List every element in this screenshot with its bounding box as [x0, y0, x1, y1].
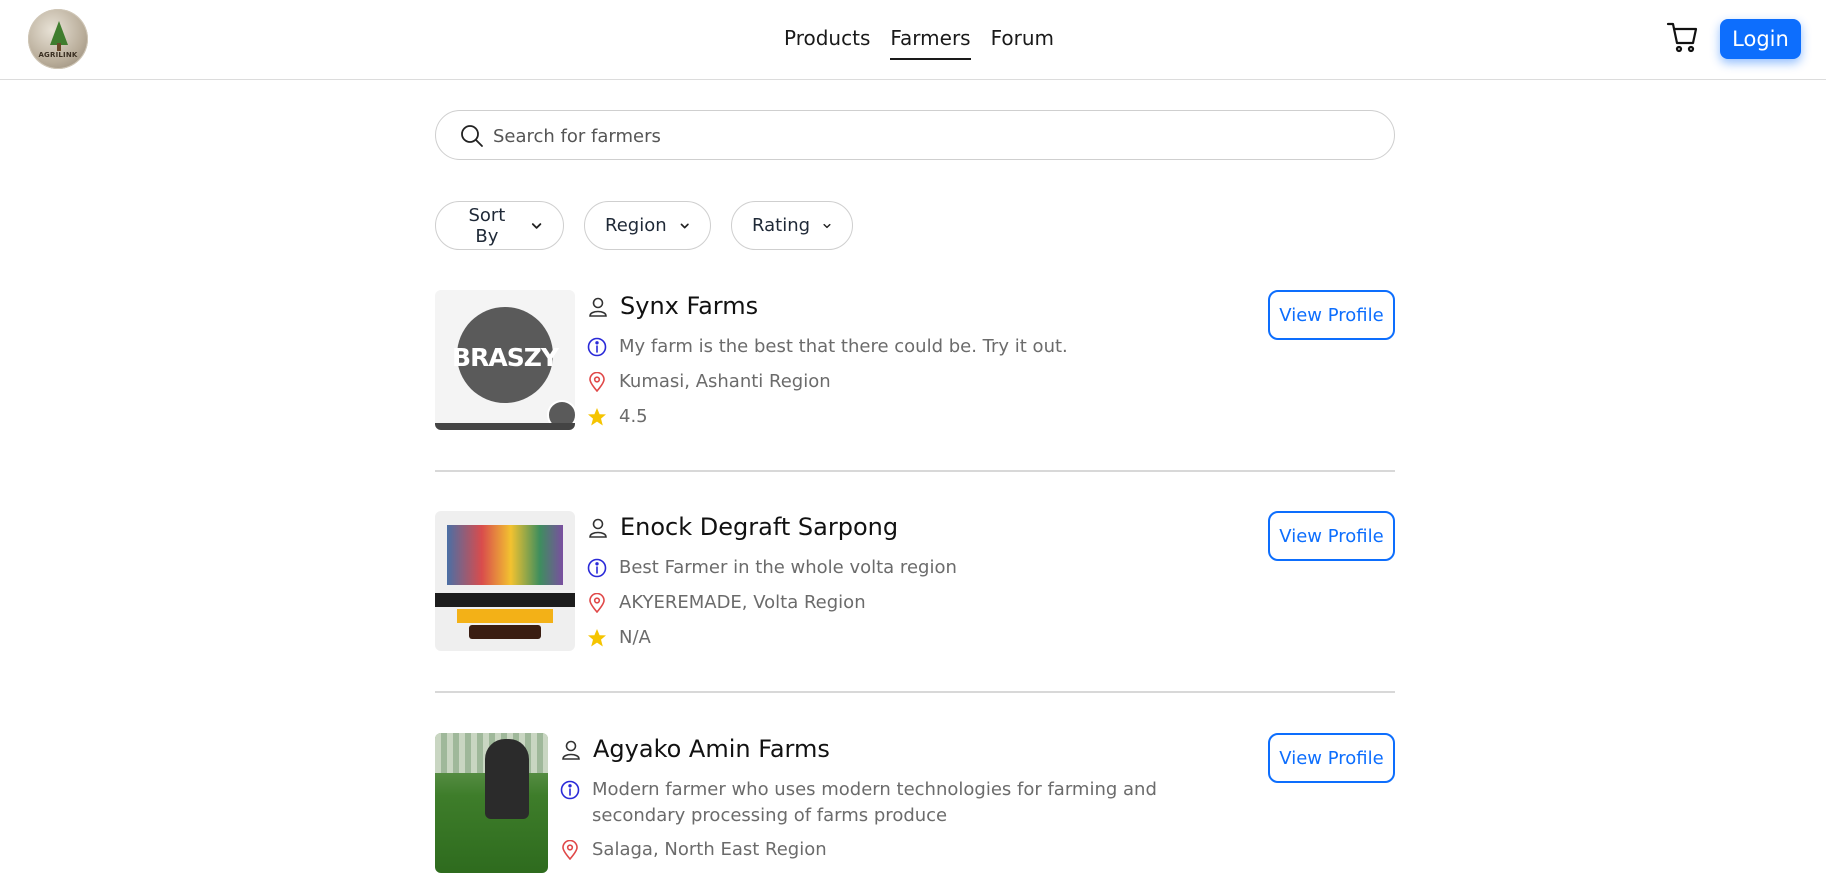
farmer-description: Modern farmer who uses modern technologi… [592, 779, 1157, 826]
star-icon [588, 629, 606, 647]
farmer-location: AKYEREMADE, Volta Region [619, 592, 866, 613]
farmer-image-text: BRASZY [452, 343, 559, 372]
farmer-card: Enock Degraft Sarpong Best Farmer in the… [435, 511, 1395, 651]
farmer-card: BRASZY Synx Farms My farm is the best th… [435, 290, 1395, 430]
main-nav: Products Farmers Forum [784, 24, 1054, 60]
sort-by-label: Sort By [468, 204, 506, 247]
farmer-image[interactable] [435, 733, 548, 873]
logo-tree-icon [50, 21, 68, 45]
star-icon [588, 408, 606, 426]
sort-by-dropdown[interactable]: Sort By [435, 201, 564, 250]
info-icon [587, 558, 607, 578]
location-pin-icon [589, 593, 605, 613]
search-icon [461, 125, 483, 147]
divider [435, 470, 1395, 472]
view-profile-button[interactable]: View Profile [1268, 511, 1395, 561]
view-profile-button[interactable]: View Profile [1268, 290, 1395, 340]
location-pin-icon [562, 840, 578, 860]
top-navbar: AGRILINK Products Farmers Forum Login [0, 0, 1826, 80]
farmer-image[interactable]: BRASZY [435, 290, 575, 430]
nav-products-link[interactable]: Products [784, 24, 870, 60]
farmer-card: Agyako Amin Farms Modern farmer who uses… [435, 733, 1395, 877]
farmer-rating: N/A [619, 627, 651, 648]
rating-label: Rating [752, 215, 811, 236]
info-icon [560, 780, 580, 800]
rating-dropdown[interactable]: Rating [731, 201, 853, 250]
login-button[interactable]: Login [1720, 19, 1801, 59]
chevron-down-icon [680, 223, 689, 228]
farmer-description: Best Farmer in the whole volta region [619, 557, 957, 578]
farmer-name: Synx Farms [620, 292, 759, 320]
nav-farmers-link[interactable]: Farmers [890, 24, 971, 60]
divider [435, 691, 1395, 693]
farmer-image[interactable] [435, 511, 575, 651]
farmer-location: Kumasi, Ashanti Region [619, 371, 831, 392]
cart-icon[interactable] [1666, 20, 1700, 54]
view-profile-button[interactable]: View Profile [1268, 733, 1395, 783]
logo-text: AGRILINK [38, 51, 78, 59]
search-input[interactable] [493, 121, 1373, 151]
farmer-location: Salaga, North East Region [592, 839, 827, 860]
region-dropdown[interactable]: Region [584, 201, 711, 250]
chevron-down-icon [823, 223, 831, 228]
location-pin-icon [589, 372, 605, 392]
agrilink-logo[interactable]: AGRILINK [28, 9, 88, 69]
farmer-description: My farm is the best that there could be.… [619, 336, 1068, 357]
chevron-down-icon [531, 222, 542, 229]
farmer-search-bar[interactable] [435, 110, 1395, 160]
nav-forum-link[interactable]: Forum [991, 24, 1054, 60]
user-icon [589, 518, 607, 538]
user-icon [562, 740, 580, 760]
farmer-name: Agyako Amin Farms [593, 735, 830, 763]
region-label: Region [605, 215, 667, 236]
user-icon [589, 297, 607, 317]
farmer-name: Enock Degraft Sarpong [620, 513, 899, 541]
farmer-rating: 4.5 [619, 406, 648, 427]
info-icon [587, 337, 607, 357]
